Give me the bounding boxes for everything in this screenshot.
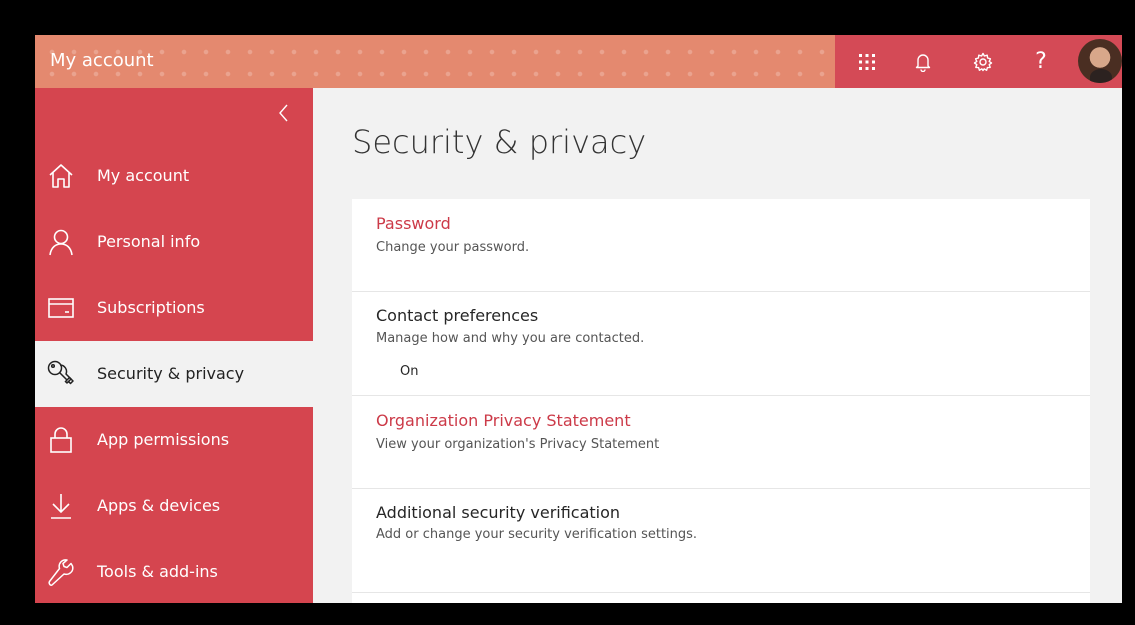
home-icon (45, 160, 77, 192)
contact-preferences-title: Contact preferences (376, 306, 539, 325)
security-verification-section: Additional security verification Add or … (352, 489, 1090, 593)
contact-preferences-description: Manage how and why you are contacted. (376, 331, 645, 346)
security-verification-title[interactable]: Additional security verification (376, 502, 620, 524)
sidebar-item-label: My account (97, 166, 190, 185)
sidebar-item-label: Subscriptions (97, 298, 205, 317)
sidebar-item-label: Apps & devices (97, 496, 221, 515)
app-window: My account ? My account Personal info Su… (35, 35, 1122, 603)
security-verification-description: Add or change your security verification… (376, 527, 698, 542)
sidebar-item-label: App permissions (97, 430, 230, 449)
collapse-sidebar-button[interactable] (271, 98, 297, 128)
password-link[interactable]: Password (376, 213, 451, 235)
contact-preferences-section: Contact preferences Manage how and why y… (352, 292, 1090, 396)
sidebar-item-app-permissions[interactable]: App permissions (35, 407, 313, 473)
privacy-statement-description: View your organization's Privacy Stateme… (376, 437, 660, 452)
download-icon (45, 490, 77, 522)
question-icon: ? (1035, 48, 1047, 74)
chevron-left-icon (279, 104, 288, 122)
settings-card: Password Change your password. Contact p… (352, 199, 1090, 603)
password-description: Change your password. (376, 240, 530, 255)
settings-button[interactable] (961, 35, 1005, 88)
keys-icon (45, 358, 77, 390)
bell-icon (915, 53, 931, 72)
sidebar-item-tools-addins[interactable]: Tools & add-ins (35, 539, 313, 603)
top-bar: My account ? (35, 35, 1122, 88)
sidebar-item-security-privacy[interactable]: Security & privacy (35, 341, 313, 407)
contact-preferences-toggle[interactable]: On (400, 363, 418, 381)
header-actions: ? (835, 35, 1122, 88)
privacy-statement-section: Organization Privacy Statement View your… (352, 396, 1090, 489)
lock-icon (45, 424, 77, 456)
app-title[interactable]: My account (50, 48, 154, 74)
privacy-statement-link[interactable]: Organization Privacy Statement (376, 410, 631, 432)
sidebar-item-label: Personal info (97, 232, 201, 251)
card-icon (45, 292, 77, 324)
sidebar-item-label: Tools & add-ins (97, 562, 218, 581)
person-icon (45, 226, 77, 258)
sidebar-item-subscriptions[interactable]: Subscriptions (35, 275, 313, 341)
sidebar-item-personal-info[interactable]: Personal info (35, 209, 313, 275)
notifications-button[interactable] (901, 35, 945, 88)
waffle-icon (859, 53, 875, 70)
help-button[interactable]: ? (1019, 35, 1063, 88)
page-title: Security & privacy (352, 123, 647, 161)
gear-icon (973, 52, 993, 71)
app-launcher-button[interactable] (845, 35, 889, 88)
password-section: Password Change your password. (352, 199, 1090, 292)
sidebar-item-my-account[interactable]: My account (35, 143, 313, 209)
avatar[interactable] (1078, 39, 1122, 83)
sidebar: My account Personal info Subscriptions S… (35, 88, 313, 603)
sidebar-item-apps-devices[interactable]: Apps & devices (35, 473, 313, 539)
sidebar-item-label: Security & privacy (97, 364, 245, 383)
wrench-icon (45, 556, 77, 588)
